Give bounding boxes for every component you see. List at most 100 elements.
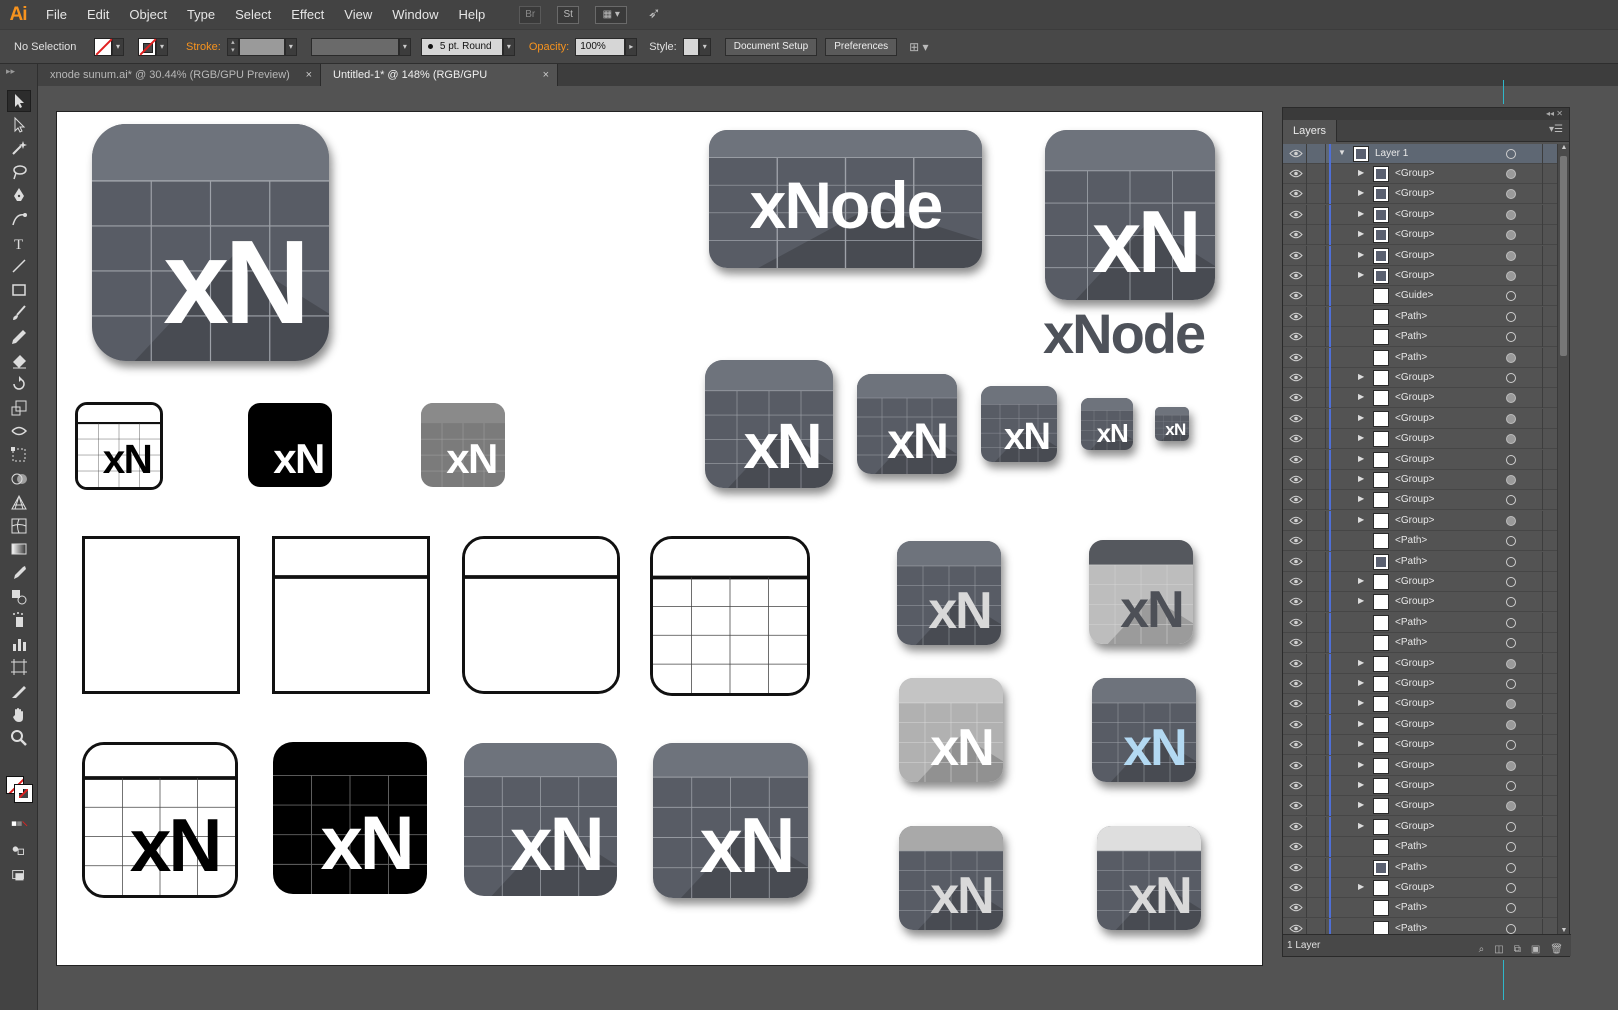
target-circle-icon[interactable] <box>1506 189 1516 200</box>
visibility-eye-icon[interactable] <box>1289 740 1303 749</box>
selection-indicator[interactable] <box>1542 735 1558 756</box>
xn-variant-light[interactable]: xN <box>1089 540 1193 644</box>
opacity-field[interactable]: 100% <box>575 37 626 56</box>
menu-file[interactable]: File <box>36 0 77 29</box>
screen-mode-icon[interactable] <box>7 864 31 886</box>
scroll-down-icon[interactable]: ▼ <box>1558 927 1570 934</box>
layer-item[interactable]: <Path> <box>1283 612 1558 633</box>
menu-edit[interactable]: Edit <box>77 0 119 29</box>
visibility-eye-icon[interactable] <box>1289 679 1303 688</box>
arrange-documents-icon[interactable]: ▦ ▾ <box>595 5 628 24</box>
eyedropper-icon[interactable] <box>7 562 31 584</box>
direct-selection-tool-icon[interactable] <box>7 114 31 136</box>
target-circle-icon[interactable] <box>1506 638 1516 649</box>
visibility-eye-icon[interactable] <box>1289 842 1303 851</box>
preferences-button[interactable]: Preferences <box>825 37 898 56</box>
layer-item[interactable]: <Path> <box>1283 898 1558 919</box>
menu-type[interactable]: Type <box>177 0 225 29</box>
layer-item[interactable]: ▶ <Group> <box>1283 674 1558 694</box>
hand-tool-icon[interactable] <box>7 704 31 726</box>
free-transform-icon[interactable] <box>7 444 31 466</box>
target-circle-icon[interactable] <box>1506 536 1516 547</box>
menu-effect[interactable]: Effect <box>281 0 334 29</box>
expand-disclosure-icon[interactable]: ▶ <box>1358 719 1364 728</box>
xn-gray-small[interactable]: xN <box>421 403 505 487</box>
expand-disclosure-icon[interactable]: ▶ <box>1358 780 1364 789</box>
layer-item[interactable]: ▶ <Group> <box>1283 449 1558 470</box>
expand-disclosure-icon[interactable]: ▶ <box>1358 250 1364 259</box>
target-circle-icon[interactable] <box>1506 923 1516 934</box>
visibility-eye-icon[interactable] <box>1289 699 1303 708</box>
visibility-eye-icon[interactable] <box>1289 516 1303 525</box>
lasso-icon[interactable] <box>7 161 31 183</box>
expand-disclosure-icon[interactable]: ▶ <box>1358 168 1364 177</box>
expand-disclosure-icon[interactable]: ▶ <box>1358 800 1364 809</box>
visibility-eye-icon[interactable] <box>1289 577 1303 586</box>
expand-disclosure-icon[interactable]: ▶ <box>1358 433 1364 442</box>
visibility-eye-icon[interactable] <box>1289 353 1303 362</box>
visibility-eye-icon[interactable] <box>1289 169 1303 178</box>
selection-indicator[interactable] <box>1542 204 1558 225</box>
layer-item[interactable]: ▶ <Group> <box>1283 408 1558 429</box>
selection-indicator[interactable] <box>1542 918 1558 934</box>
visibility-eye-icon[interactable] <box>1289 557 1303 566</box>
layer-item[interactable]: ▶ <Group> <box>1283 429 1558 450</box>
target-circle-icon[interactable] <box>1506 149 1516 159</box>
color-mode-icon[interactable] <box>7 814 31 836</box>
layers-scrollbar[interactable]: ▲ ▼ <box>1557 144 1569 934</box>
selection-indicator[interactable] <box>1542 388 1558 409</box>
stroke-label[interactable]: Stroke: <box>180 41 227 53</box>
expand-disclosure-icon[interactable]: ▶ <box>1358 658 1364 667</box>
menu-window[interactable]: Window <box>382 0 448 29</box>
selection-indicator[interactable] <box>1542 510 1558 531</box>
layer-item[interactable]: ▶ <Group> <box>1283 204 1558 225</box>
stroke-swatch[interactable] <box>138 37 157 56</box>
xn-icon-128[interactable]: xN <box>705 360 833 488</box>
stroke-weight-stepper[interactable]: ▴ ▾ <box>226 37 239 56</box>
layer-item[interactable]: <Path> <box>1283 918 1558 934</box>
target-circle-icon[interactable] <box>1506 271 1516 281</box>
selection-indicator[interactable] <box>1542 306 1558 327</box>
selection-indicator[interactable] <box>1542 470 1558 490</box>
layer-item[interactable]: ▶ <Group> <box>1283 470 1558 490</box>
target-circle-icon[interactable] <box>1506 352 1516 363</box>
blend-tool-icon[interactable] <box>7 586 31 608</box>
xn-icon-76[interactable]: xN <box>981 386 1057 462</box>
layer-item[interactable]: ▶ <Group> <box>1283 388 1558 409</box>
gradient-tool-icon[interactable] <box>7 538 31 560</box>
expand-disclosure-icon[interactable]: ▶ <box>1358 739 1364 748</box>
target-circle-icon[interactable] <box>1506 311 1516 322</box>
layer-item[interactable]: ▶ <Group> <box>1283 572 1558 592</box>
selection-indicator[interactable] <box>1542 674 1558 694</box>
layer-item[interactable]: ▶ <Group> <box>1283 694 1558 715</box>
selection-indicator[interactable] <box>1542 714 1558 735</box>
expand-disclosure-icon[interactable]: ▶ <box>1358 882 1364 891</box>
expand-disclosure-icon[interactable]: ▶ <box>1358 821 1364 830</box>
visibility-eye-icon[interactable] <box>1289 495 1303 504</box>
visibility-eye-icon[interactable] <box>1289 189 1303 198</box>
xn-flat-large[interactable]: xN <box>464 743 617 896</box>
visibility-eye-icon[interactable] <box>1289 924 1303 933</box>
target-circle-icon[interactable] <box>1506 291 1516 302</box>
gpu-performance-icon[interactable]: ➶ <box>643 5 665 24</box>
layer-item[interactable]: <Path> <box>1283 347 1558 368</box>
fill-dropdown[interactable]: ▾ <box>112 37 124 56</box>
layer-item[interactable]: ▶ <Group> <box>1283 735 1558 756</box>
xn-outline-grid-small[interactable]: xN <box>75 402 163 490</box>
slice-tool-icon[interactable] <box>7 680 31 702</box>
expand-disclosure-icon[interactable]: ▶ <box>1358 515 1364 524</box>
tab-xnode-sunum[interactable]: xnode sunum.ai* @ 30.44% (RGB/GPU Previe… <box>38 64 321 86</box>
visibility-eye-icon[interactable] <box>1289 597 1303 606</box>
expand-disclosure-icon[interactable]: ▶ <box>1358 494 1364 503</box>
selection-indicator[interactable] <box>1542 592 1558 613</box>
expand-disclosure-icon[interactable]: ▶ <box>1358 372 1364 381</box>
scale-tool-icon[interactable] <box>7 397 31 419</box>
layer-item[interactable]: ▶ <Group> <box>1283 776 1558 796</box>
variable-width-dropdown[interactable]: ▾ <box>398 37 411 56</box>
pen-tool-icon[interactable] <box>7 184 31 206</box>
selection-indicator[interactable] <box>1542 878 1558 898</box>
xn-variant-white-header[interactable]: xN <box>1097 826 1201 930</box>
selection-indicator[interactable] <box>1542 653 1558 674</box>
visibility-eye-icon[interactable] <box>1289 149 1303 158</box>
stock-icon[interactable]: St <box>557 5 580 24</box>
